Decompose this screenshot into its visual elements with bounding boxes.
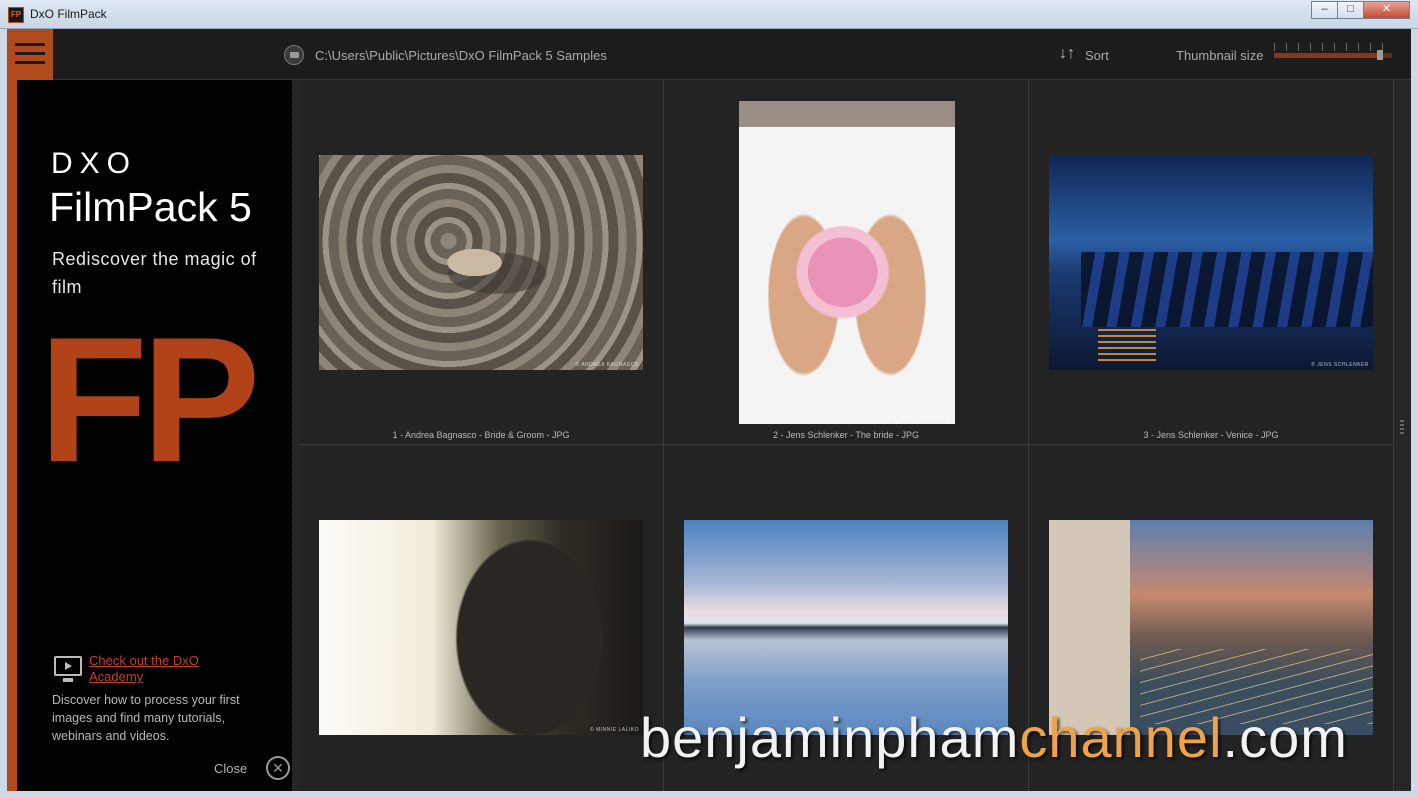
academy-link[interactable]: Check out the DxO Academy — [89, 653, 239, 685]
slider-ticks — [1274, 43, 1392, 51]
window-controls: – □ ✕ — [1311, 1, 1410, 19]
thumbnail-cell[interactable]: © MINNIE LALIKO — [299, 445, 664, 791]
sort-icon[interactable]: ↓↑ — [1059, 45, 1075, 63]
hamburger-menu-button[interactable] — [7, 29, 53, 80]
thumbnail-image[interactable]: © ANDREA BAGNASCO — [319, 155, 643, 370]
thumbnail-grid: © ANDREA BAGNASCO 1 - Andrea Bagnasco - … — [299, 80, 1394, 791]
maximize-button[interactable]: □ — [1337, 1, 1364, 19]
thumbnail-image[interactable]: © JENS SCHLENKER — [739, 101, 955, 424]
monitor-play-icon — [54, 656, 82, 682]
sidebar-accent-strip — [7, 80, 17, 791]
thumbnail-image[interactable]: © MINNIE LALIKO — [319, 520, 643, 735]
academy-description: Discover how to process your first image… — [52, 693, 240, 743]
top-toolbar: C:\Users\Public\Pictures\DxO FilmPack 5 … — [7, 29, 1411, 80]
app-icon: FP — [8, 7, 24, 23]
folder-path[interactable]: C:\Users\Public\Pictures\DxO FilmPack 5 … — [315, 48, 607, 63]
sort-button[interactable]: Sort — [1085, 48, 1109, 63]
window-titlebar: FP DxO FilmPack – □ ✕ — [0, 0, 1418, 29]
dxo-logo: DXO — [51, 147, 138, 180]
thumbnail-caption: 2 - Jens Schlenker - The bride - JPG — [773, 430, 919, 440]
slider-handle[interactable] — [1377, 50, 1384, 60]
thumbnail-size-slider[interactable] — [1274, 43, 1392, 61]
thumbnail-image[interactable] — [1049, 520, 1373, 735]
fp-logo: FP — [39, 300, 260, 499]
thumbnail-image[interactable]: © JENS SCHLENKER — [1049, 155, 1373, 370]
thumbnail-cell[interactable]: © JENS SCHLENKER 3 - Jens Schlenker - Ve… — [1029, 80, 1394, 445]
app-frame: C:\Users\Public\Pictures\DxO FilmPack 5 … — [7, 29, 1411, 791]
thumbnail-caption: 3 - Jens Schlenker - Venice - JPG — [1143, 430, 1279, 440]
window-close-button[interactable]: ✕ — [1363, 1, 1410, 19]
close-circle-icon[interactable]: ✕ — [266, 756, 290, 780]
tagline: Rediscover the magic of film — [52, 249, 257, 297]
slider-fill — [1274, 53, 1381, 58]
photo-credit: © ANDREA BAGNASCO — [575, 362, 639, 368]
photo-credit: © JENS SCHLENKER — [1311, 362, 1369, 368]
folder-icon[interactable] — [284, 45, 304, 65]
thumbnail-image[interactable] — [684, 520, 1008, 735]
photo-credit: © JENS SCHLENKER — [893, 416, 951, 422]
vertical-scrollbar[interactable] — [1395, 80, 1411, 791]
welcome-panel: DXO FilmPack 5 Rediscover the magic of f… — [17, 80, 293, 791]
thumbnail-caption: 1 - Andrea Bagnasco - Bride & Groom - JP… — [392, 430, 570, 440]
thumbnail-cell[interactable]: © JENS SCHLENKER 2 - Jens Schlenker - Th… — [664, 80, 1029, 445]
photo-credit: © MINNIE LALIKO — [590, 727, 639, 733]
thumbnail-size-label: Thumbnail size — [1176, 48, 1264, 63]
product-name: FilmPack 5 — [49, 184, 252, 230]
close-panel-label[interactable]: Close — [214, 761, 247, 776]
minimize-button[interactable]: – — [1311, 1, 1338, 19]
window-title: DxO FilmPack — [30, 7, 107, 21]
scrollbar-grip[interactable] — [1400, 420, 1404, 434]
site-watermark: benjaminphamchannel.com — [640, 706, 1348, 769]
thumbnail-cell[interactable]: © ANDREA BAGNASCO 1 - Andrea Bagnasco - … — [299, 80, 664, 445]
